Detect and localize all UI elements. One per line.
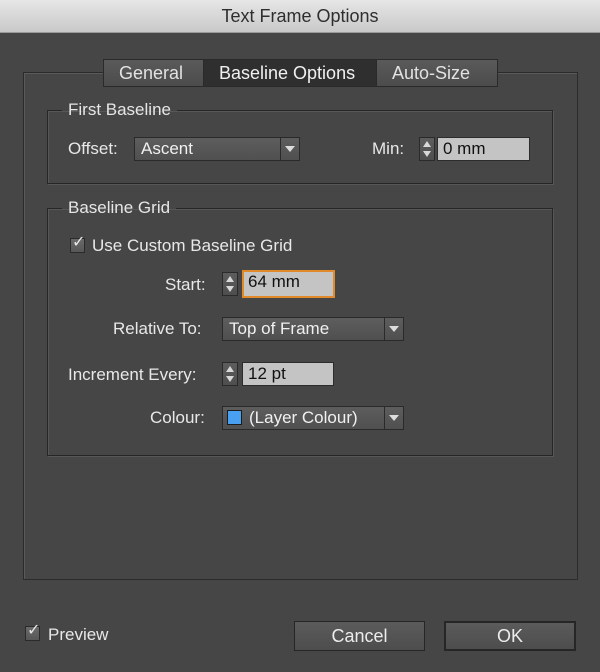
title-bar: Text Frame Options bbox=[0, 0, 600, 33]
relative-to-dropdown-button[interactable] bbox=[384, 318, 403, 340]
offset-label: Offset: bbox=[68, 139, 118, 158]
window-title: Text Frame Options bbox=[221, 6, 379, 26]
min-label: Min: bbox=[372, 139, 405, 158]
chevron-down-icon bbox=[389, 326, 399, 332]
tab-general[interactable]: General bbox=[104, 60, 204, 86]
increment-every-field[interactable]: 12 pt bbox=[242, 362, 334, 386]
colour-swatch bbox=[227, 410, 242, 425]
tab-auto-size[interactable]: Auto-Size bbox=[377, 60, 497, 86]
preview-label[interactable]: Preview bbox=[48, 625, 108, 645]
ok-button[interactable]: OK bbox=[444, 621, 576, 651]
start-label: Start: bbox=[165, 275, 206, 294]
increment-stepper[interactable] bbox=[222, 362, 238, 386]
colour-label: Colour: bbox=[150, 408, 205, 427]
arrow-down-icon[interactable] bbox=[226, 286, 234, 292]
offset-dropdown[interactable]: Ascent bbox=[134, 137, 300, 161]
cancel-button[interactable]: Cancel bbox=[294, 621, 425, 651]
offset-value: Ascent bbox=[141, 139, 193, 158]
baseline-grid-legend: Baseline Grid bbox=[68, 198, 171, 217]
preview-checkbox[interactable]: ✓ bbox=[25, 622, 41, 641]
min-stepper[interactable] bbox=[419, 137, 435, 161]
relative-to-value: Top of Frame bbox=[229, 319, 330, 338]
chevron-down-icon bbox=[285, 146, 295, 152]
offset-dropdown-button[interactable] bbox=[280, 138, 299, 160]
increment-every-label: Increment Every: bbox=[68, 365, 197, 384]
use-custom-baseline-grid-checkbox[interactable]: ✓ bbox=[70, 234, 86, 253]
arrow-up-icon[interactable] bbox=[226, 276, 234, 282]
arrow-up-icon[interactable] bbox=[226, 366, 234, 372]
arrow-down-icon[interactable] bbox=[226, 376, 234, 382]
checkmark-icon: ✓ bbox=[72, 234, 86, 251]
colour-value: (Layer Colour) bbox=[249, 408, 358, 427]
start-stepper[interactable] bbox=[222, 272, 238, 296]
min-field[interactable]: 0 mm bbox=[437, 137, 530, 161]
relative-to-label: Relative To: bbox=[113, 319, 202, 338]
arrow-up-icon[interactable] bbox=[423, 141, 431, 147]
tab-bar: General Baseline Options Auto-Size bbox=[103, 59, 498, 87]
colour-dropdown[interactable]: (Layer Colour) bbox=[222, 406, 404, 430]
first-baseline-legend: First Baseline bbox=[68, 100, 171, 119]
chevron-down-icon bbox=[389, 415, 399, 421]
relative-to-dropdown[interactable]: Top of Frame bbox=[222, 317, 404, 341]
tab-baseline-options[interactable]: Baseline Options bbox=[204, 60, 377, 86]
colour-dropdown-button[interactable] bbox=[384, 407, 403, 429]
use-custom-baseline-grid-label[interactable]: Use Custom Baseline Grid bbox=[92, 236, 292, 256]
start-field[interactable]: 64 mm bbox=[242, 270, 335, 298]
checkmark-icon: ✓ bbox=[27, 622, 41, 639]
arrow-down-icon[interactable] bbox=[423, 151, 431, 157]
